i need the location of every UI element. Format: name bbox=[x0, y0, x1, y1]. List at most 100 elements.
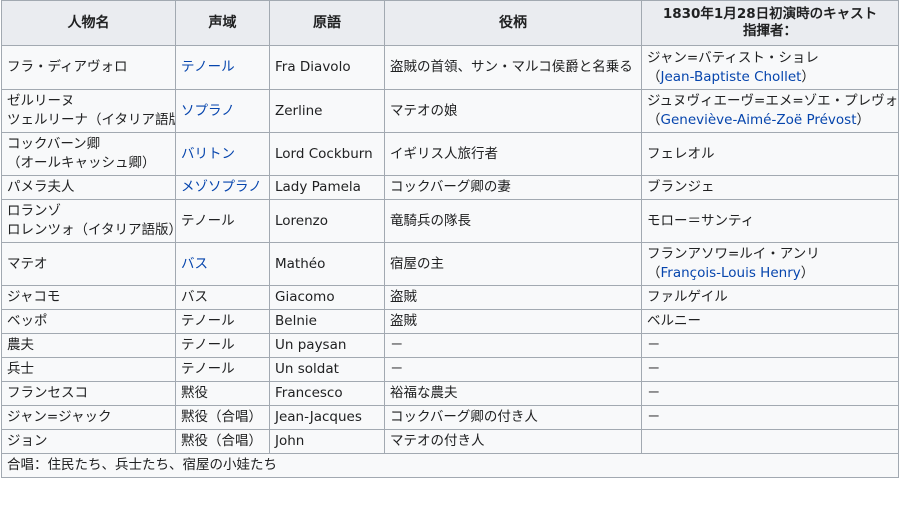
role-description-cell: マテオの娘 bbox=[384, 89, 642, 133]
cast-name-link[interactable]: Geneviève-Aimé-Zoë Prévost bbox=[661, 112, 857, 128]
voice-cell: 黙役 bbox=[175, 381, 270, 406]
cast-cell: ジャン=バティスト・ショレ （Jean-Baptiste Chollet） bbox=[641, 45, 899, 90]
role-name-line: フラ・ディアヴォロ bbox=[7, 59, 128, 75]
role-name-line: ロランゾ bbox=[7, 203, 61, 219]
table-row: 兵士 テノール Un soldat －－ bbox=[1, 357, 899, 382]
cast-cell bbox=[641, 429, 899, 454]
role-description-cell: 裕福な農夫 bbox=[384, 381, 642, 406]
role-description-cell: マテオの付き人 bbox=[384, 429, 642, 454]
original-name-cell: Lorenzo bbox=[269, 199, 385, 243]
table-row: ベッポ テノール Belnie 盗賊 ベルニー bbox=[1, 309, 899, 334]
voice-cell: テノール bbox=[175, 333, 270, 358]
voice-cell: テノール bbox=[175, 357, 270, 382]
cast-name: ジャン=バティスト・ショレ bbox=[647, 49, 819, 66]
role-name-line: ツェルリーナ（イタリア語版） bbox=[7, 112, 175, 128]
role-description-cell: イギリス人旅行者 bbox=[384, 132, 642, 176]
role-description-cell: コックバーグ卿の妻 bbox=[384, 175, 642, 200]
header-row: 人物名 声域 原語 役柄 1830年1月28日初演時のキャスト 指揮者： bbox=[1, 0, 899, 46]
role-name-line: コックバーン卿 bbox=[7, 136, 101, 152]
role-name-cell: ベッポ bbox=[1, 309, 176, 334]
cast-cell: ファルゲイル bbox=[641, 285, 899, 310]
cast-cell: － bbox=[641, 333, 899, 358]
table-row: ジャコモ バス Giacomo 盗賊 ファルゲイル bbox=[1, 285, 899, 310]
voice-cell: テノール bbox=[175, 309, 270, 334]
cast-paren-close: ） bbox=[800, 265, 815, 281]
role-name-line: ベッポ bbox=[7, 313, 48, 329]
role-description-cell: 盗賊 bbox=[384, 285, 642, 310]
header-role: 人物名 bbox=[1, 0, 176, 46]
header-voice: 声域 bbox=[175, 0, 270, 46]
original-name-cell: Fra Diavolo bbox=[269, 45, 385, 90]
cast-cell: － bbox=[641, 381, 899, 406]
voice-cell: 黙役（合唱） bbox=[175, 429, 270, 454]
cast-name: ベルニー bbox=[647, 313, 701, 329]
table-row: ロランゾ ロレンツォ（イタリア語版） テノール Lorenzo 竜騎兵の隊長 モロー＝サン… bbox=[1, 199, 899, 243]
cast-paren-close: ） bbox=[801, 68, 815, 85]
original-name-cell: Lady Pamela bbox=[269, 175, 385, 200]
cast-name: － bbox=[647, 409, 661, 425]
voice-text: 黙役 bbox=[181, 385, 208, 401]
role-name-cell: ゼルリーヌツェルリーナ（イタリア語版） bbox=[1, 89, 176, 133]
voice-cell: メゾソプラノ bbox=[175, 175, 270, 200]
voice-link[interactable]: バリトン bbox=[181, 146, 235, 162]
cast-paren-open: （ bbox=[647, 68, 661, 85]
header-cast: 1830年1月28日初演時のキャスト 指揮者： bbox=[641, 0, 899, 46]
cast-name-link[interactable]: François-Louis Henry bbox=[661, 265, 801, 281]
role-name-cell: マテオ bbox=[1, 242, 176, 286]
table-row: ゼルリーヌツェルリーナ（イタリア語版） ソプラノ Zerlineマテオの娘ジュヌヴィ… bbox=[1, 89, 899, 133]
role-name-line: 兵士 bbox=[7, 361, 34, 377]
header-cast-line1: 1830年1月28日初演時のキャスト bbox=[662, 6, 878, 22]
chorus-row: 合唱：住民たち、兵士たち、宿屋の小娃たち bbox=[1, 453, 899, 478]
original-name-cell: Giacomo bbox=[269, 285, 385, 310]
header-cast-line2: 指揮者： bbox=[743, 23, 797, 39]
table-row: フラ・ディアヴォロ テノール Fra Diavolo 盗賊の首領、サン・マルコ侯爵と名… bbox=[1, 45, 899, 90]
role-name-cell: ジャン=ジャック bbox=[1, 405, 176, 430]
cast-name: ジュヌヴィエーヴ=エメ=ゾエ・プレヴォスト bbox=[647, 93, 899, 109]
voice-link[interactable]: メゾソプラノ bbox=[181, 179, 262, 195]
original-name-cell: Lord Cockburn bbox=[269, 132, 385, 176]
cast-name: ブランジェ bbox=[647, 179, 715, 195]
cast-name-link[interactable]: Jean-Baptiste Chollet bbox=[661, 69, 802, 85]
table-row: ジャン=ジャック 黙役（合唱） Jean-Jacques コックバーグ卿の付き人 － bbox=[1, 405, 899, 430]
original-name-cell: Jean-Jacques bbox=[269, 405, 385, 430]
voice-cell: バス bbox=[175, 285, 270, 310]
voice-text: テノール bbox=[181, 361, 235, 377]
header-part: 役柄 bbox=[384, 0, 642, 46]
voice-link[interactable]: ソプラノ bbox=[181, 103, 235, 119]
original-name-cell: Belnie bbox=[269, 309, 385, 334]
chorus-note: 合唱：住民たち、兵士たち、宿屋の小娃たち bbox=[1, 453, 899, 478]
role-name-line: パメラ夫人 bbox=[7, 179, 75, 195]
cast-cell: ブランジェ bbox=[641, 175, 899, 200]
role-name-cell: フラ・ディアヴォロ bbox=[1, 45, 176, 90]
cast-name: モロー＝サンティ bbox=[647, 212, 755, 229]
cast-paren-close: ） bbox=[856, 112, 871, 128]
cast-cell: ベルニー bbox=[641, 309, 899, 334]
table-row: 農夫 テノール Un paysan －－ bbox=[1, 333, 899, 358]
voice-cell: バス bbox=[175, 242, 270, 286]
original-name-cell: Francesco bbox=[269, 381, 385, 406]
role-name-cell: パメラ夫人 bbox=[1, 175, 176, 200]
role-description-cell: 盗賊 bbox=[384, 309, 642, 334]
cast-paren-open: （ bbox=[647, 265, 661, 281]
table-row: コックバーン卿 （オールキャッシュ卿） バリトン Lord Cockburn イギリス人… bbox=[1, 132, 899, 176]
voice-cell: ソプラノ bbox=[175, 89, 270, 133]
voice-link[interactable]: バス bbox=[181, 256, 208, 272]
role-name-line: ジョン bbox=[7, 433, 48, 449]
role-name-line: 農夫 bbox=[7, 337, 34, 353]
voice-cell: テノール bbox=[175, 45, 270, 90]
cast-cell: フェレオル bbox=[641, 132, 899, 176]
role-name-cell: ジャコモ bbox=[1, 285, 176, 310]
role-name-line: ジャン=ジャック bbox=[7, 409, 112, 425]
cast-table: 人物名 声域 原語 役柄 1830年1月28日初演時のキャスト 指揮者： フラ・… bbox=[1, 0, 899, 478]
voice-text: テノール bbox=[181, 337, 235, 353]
role-name-line: マテオ bbox=[7, 255, 48, 272]
voice-cell: バリトン bbox=[175, 132, 270, 176]
cast-name: フェレオル bbox=[647, 145, 715, 162]
cast-cell: モロー＝サンティ bbox=[641, 199, 899, 243]
role-description-cell: － bbox=[384, 357, 642, 382]
role-name-cell: フランセスコ bbox=[1, 381, 176, 406]
table-row: マテオ バス Mathéo 宿屋の主 フランアソワ=ルイ・アンリ （François-Lo… bbox=[1, 242, 899, 286]
role-name-line: （オールキャッシュ卿） bbox=[7, 155, 156, 171]
voice-link[interactable]: テノール bbox=[181, 59, 235, 75]
original-name-cell: Zerline bbox=[269, 89, 385, 133]
